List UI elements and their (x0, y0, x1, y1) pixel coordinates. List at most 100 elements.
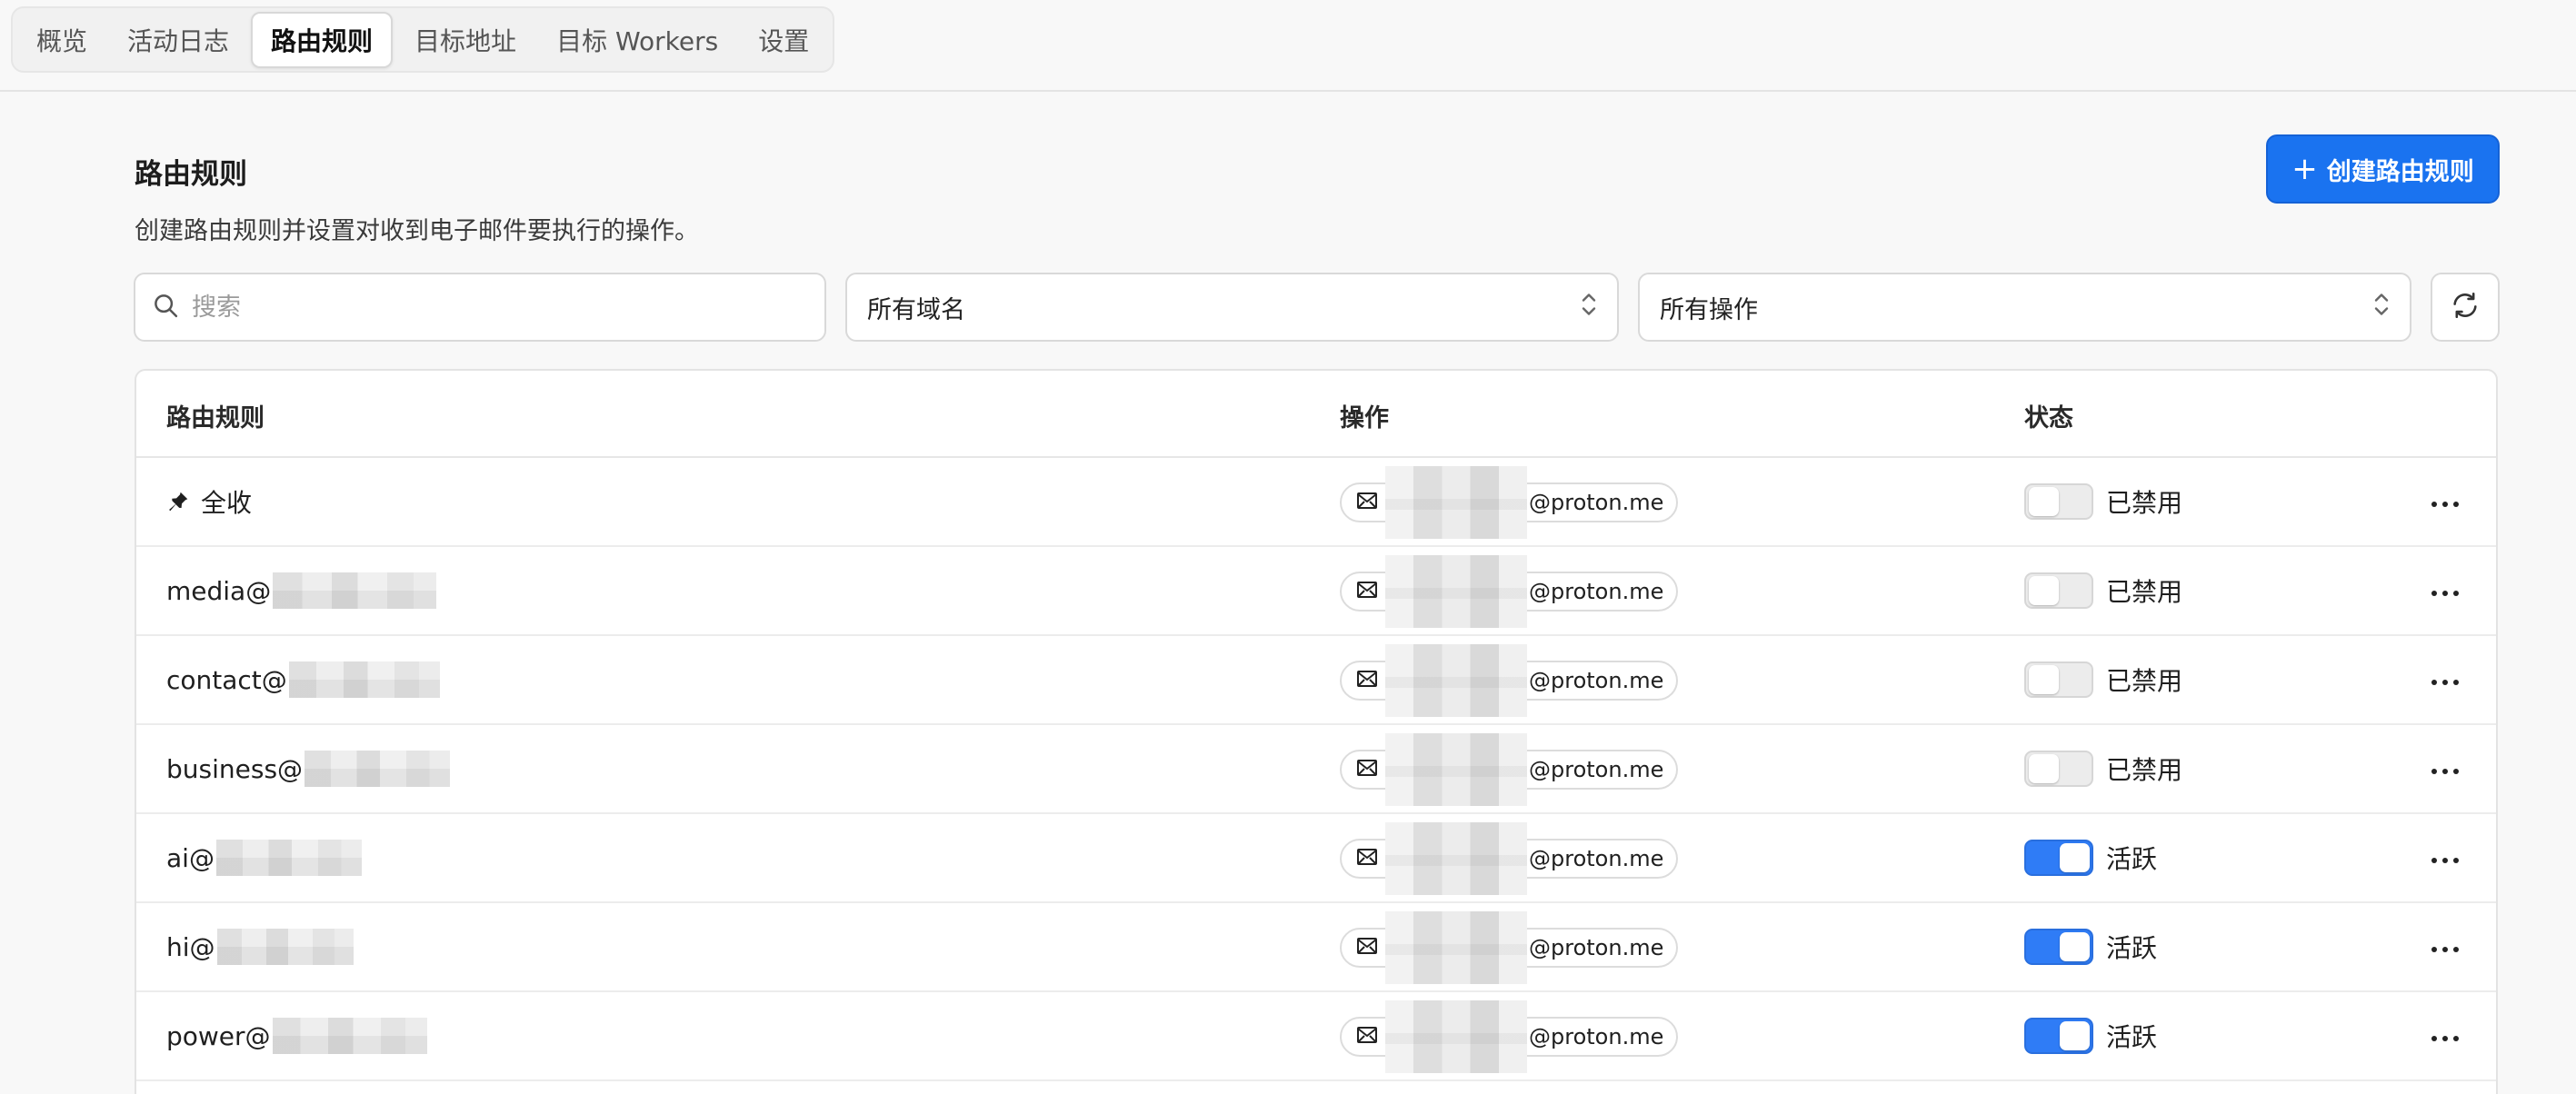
toggle-knob (2060, 1021, 2090, 1050)
more-horizontal-icon (2431, 940, 2460, 957)
toggle-knob (2029, 576, 2059, 605)
status-toggle[interactable] (2024, 929, 2093, 965)
create-routing-rule-button[interactable]: + 创建路由规则 (2266, 134, 2500, 204)
action-pill: @proton.me (1340, 911, 1679, 984)
redacted-domain (215, 840, 362, 876)
table-row: ai@ @proton.me 活跃 (136, 814, 2496, 903)
status-toggle[interactable] (2024, 483, 2093, 520)
page-description: 创建路由规则并设置对收到电子邮件要执行的操作。 (135, 217, 699, 245)
toggle-knob (2060, 843, 2090, 872)
table-row: hi@ @proton.me 活跃 (136, 903, 2496, 992)
action-pill: @proton.me (1340, 644, 1679, 717)
status-cell: 活跃 (2024, 814, 2157, 901)
chevron-up-down-icon (2373, 291, 2390, 324)
more-options-button[interactable] (2418, 572, 2472, 611)
redacted-domain (273, 572, 437, 609)
action-pill: @proton.me (1340, 822, 1679, 895)
action-pill: @proton.me (1340, 555, 1679, 628)
more-options-button[interactable] (2418, 751, 2472, 789)
search-input[interactable] (192, 293, 810, 322)
redacted-address (1385, 1000, 1527, 1073)
target-address-suffix: @proton.me (1529, 490, 1664, 515)
tab-destination-workers[interactable]: 目标 Workers (538, 12, 736, 68)
toggle-knob (2029, 487, 2059, 516)
more-horizontal-icon (2431, 1029, 2460, 1046)
mail-icon (1356, 490, 1378, 515)
more-options-button[interactable] (2418, 929, 2472, 967)
status-cell: 活跃 (2024, 903, 2157, 990)
status-label: 已禁用 (2106, 577, 2183, 607)
status-toggle[interactable] (2024, 840, 2093, 876)
action-pill: @proton.me (1340, 733, 1679, 806)
status-cell: 已禁用 (2024, 458, 2182, 545)
tab-overview[interactable]: 概览 (18, 12, 105, 68)
routing-rules-table: 路由规则 操作 状态 全收 @proton.me 已禁用 media@ @pro… (135, 369, 2498, 1094)
rule-name: media@ (166, 575, 272, 606)
column-header-status: 状态 (2024, 404, 2073, 433)
more-options-button[interactable] (2418, 483, 2472, 522)
action-pill: @proton.me (1340, 466, 1679, 539)
mail-icon (1356, 1024, 1378, 1049)
tab-activity-log[interactable]: 活动日志 (109, 12, 247, 68)
table-row: 全收 @proton.me 已禁用 (136, 458, 2496, 547)
status-cell: 活跃 (2024, 992, 2157, 1079)
status-toggle[interactable] (2024, 751, 2093, 787)
target-address-suffix: @proton.me (1529, 1024, 1664, 1049)
status-toggle[interactable] (2024, 1018, 2093, 1054)
rule-name: business@ (166, 753, 304, 784)
mail-icon (1356, 846, 1378, 871)
redacted-address (1385, 911, 1527, 984)
tab-routing-rules[interactable]: 路由规则 (251, 11, 394, 68)
top-nav-bar: 概览 活动日志 路由规则 目标地址 目标 Workers 设置 (0, 0, 2576, 92)
rule-cell: hi@ (166, 903, 354, 990)
status-label: 活跃 (2106, 1022, 2158, 1052)
status-cell: 已禁用 (2024, 725, 2182, 812)
target-address-suffix: @proton.me (1529, 757, 1664, 782)
rule-cell: business@ (166, 725, 451, 812)
pin-icon (166, 490, 190, 513)
more-horizontal-icon (2431, 761, 2460, 779)
target-address-suffix: @proton.me (1529, 668, 1664, 693)
create-button-label: 创建路由规则 (2326, 157, 2474, 186)
toggle-knob (2029, 754, 2059, 783)
action-select[interactable]: 所有操作 (1638, 273, 2411, 342)
mail-icon (1356, 935, 1378, 960)
more-options-button[interactable] (2418, 1018, 2472, 1056)
status-toggle[interactable] (2024, 661, 2093, 698)
tab-destination-addresses[interactable]: 目标地址 (396, 12, 534, 68)
status-label: 活跃 (2106, 844, 2158, 874)
refresh-button[interactable] (2431, 273, 2500, 342)
more-options-button[interactable] (2418, 661, 2472, 700)
redacted-address (1385, 644, 1527, 717)
status-label: 活跃 (2106, 933, 2158, 963)
rule-name: hi@ (166, 931, 215, 962)
tab-group: 概览 活动日志 路由规则 目标地址 目标 Workers 设置 (11, 6, 835, 73)
table-header: 路由规则 操作 状态 (136, 371, 2496, 458)
table-row: contact@ @proton.me 已禁用 (136, 636, 2496, 725)
toggle-knob (2029, 665, 2059, 694)
rule-cell: contact@ (166, 636, 440, 723)
mail-icon (1356, 579, 1378, 604)
more-horizontal-icon (2431, 583, 2460, 601)
action-pill: @proton.me (1340, 1000, 1679, 1073)
target-address-suffix: @proton.me (1529, 579, 1664, 604)
chevron-up-down-icon (1581, 291, 1597, 324)
rule-name: ai@ (166, 842, 215, 873)
domain-select[interactable]: 所有域名 (845, 273, 1619, 342)
column-header-action: 操作 (1340, 404, 1389, 433)
status-toggle[interactable] (2024, 572, 2093, 609)
status-label: 已禁用 (2106, 666, 2183, 696)
status-label: 已禁用 (2106, 488, 2183, 518)
redacted-address (1385, 822, 1527, 895)
more-horizontal-icon (2431, 494, 2460, 512)
tab-settings[interactable]: 设置 (740, 12, 827, 68)
status-label: 已禁用 (2106, 755, 2183, 785)
status-cell: 已禁用 (2024, 547, 2182, 634)
toggle-knob (2060, 932, 2090, 961)
rule-cell: media@ (166, 547, 437, 634)
rule-cell: 全收 (166, 458, 252, 545)
redacted-domain (216, 929, 354, 965)
more-options-button[interactable] (2418, 840, 2472, 878)
more-horizontal-icon (2431, 672, 2460, 690)
mail-icon (1356, 668, 1378, 693)
